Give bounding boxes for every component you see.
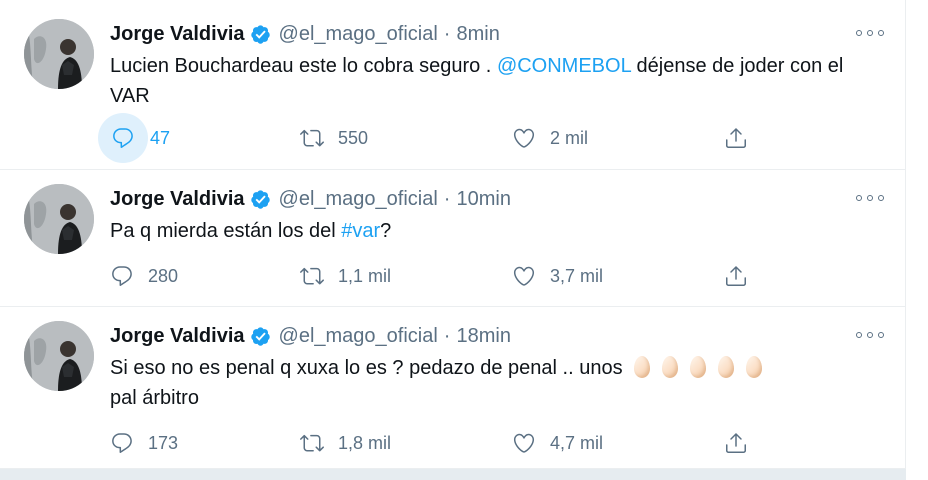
retweet-icon xyxy=(300,129,324,147)
retweet-icon xyxy=(300,434,324,452)
heart-icon xyxy=(513,266,535,286)
reply-count: 173 xyxy=(148,432,179,453)
tweet-header: Jorge Valdivia @el_mago_oficial · 8min xyxy=(110,19,882,49)
reply-button[interactable]: 280 xyxy=(110,256,178,296)
tweet-text-part: Lucien Bouchardeau este lo cobra seguro … xyxy=(110,55,497,77)
tweet-actions: 47 550 2 mil xyxy=(98,113,760,163)
share-button[interactable] xyxy=(724,423,748,463)
tweet[interactable]: Jorge Valdivia @el_mago_oficial · 18min … xyxy=(0,307,906,469)
retweet-icon xyxy=(300,267,324,285)
tweet-text: Lucien Bouchardeau este lo cobra seguro … xyxy=(110,51,882,111)
retweet-button[interactable]: 550 xyxy=(300,118,368,158)
tweet-actions: 280 1,1 mil 3,7 mil xyxy=(110,256,760,296)
tweet-text: Pa q mierda están los del #var? xyxy=(110,216,882,246)
reply-icon xyxy=(113,128,133,148)
like-count: 4,7 mil xyxy=(550,432,604,453)
tweet[interactable]: Jorge Valdivia @el_mago_oficial · 10min … xyxy=(0,170,906,307)
tweet-time[interactable]: 18min xyxy=(456,325,510,348)
retweet-button[interactable]: 1,8 mil xyxy=(300,423,391,463)
mention-link[interactable]: @CONMEBOL xyxy=(497,55,631,77)
reply-icon xyxy=(112,433,132,453)
reply-button[interactable]: 47 xyxy=(98,113,171,163)
separator-dot: · xyxy=(443,22,451,45)
heart-icon xyxy=(513,128,535,148)
egg-emoji xyxy=(746,356,763,378)
more-icon[interactable] xyxy=(856,190,884,206)
tweet-content: Jorge Valdivia @el_mago_oficial · 8min L… xyxy=(110,19,884,111)
reply-count: 280 xyxy=(148,265,179,286)
verified-badge-icon xyxy=(250,326,270,346)
author-name[interactable]: Jorge Valdivia xyxy=(110,325,245,348)
reply-icon xyxy=(112,266,132,286)
egg-emoji xyxy=(634,356,651,378)
share-icon xyxy=(726,266,746,286)
author-handle[interactable]: @el_mago_oficial xyxy=(279,325,438,348)
retweet-count: 550 xyxy=(338,127,369,148)
reply-button[interactable]: 173 xyxy=(110,423,178,463)
tweet-text-part: Si eso no es penal q xuxa lo es ? pedazo… xyxy=(110,357,623,379)
like-count: 3,7 mil xyxy=(550,265,604,286)
tweet-actions: 173 1,8 mil 4,7 mil xyxy=(110,423,760,463)
separator-dot: · xyxy=(443,324,451,347)
egg-emoji xyxy=(690,356,707,378)
feed-footer-strip xyxy=(0,469,906,480)
egg-emoji xyxy=(718,356,735,378)
tweet-header: Jorge Valdivia @el_mago_oficial · 10min xyxy=(110,184,882,214)
tweet-content: Jorge Valdivia @el_mago_oficial · 10min … xyxy=(110,184,884,246)
tweet-time[interactable]: 10min xyxy=(456,188,510,211)
like-button[interactable]: 3,7 mil xyxy=(512,256,603,296)
egg-emoji xyxy=(662,356,679,378)
like-button[interactable]: 4,7 mil xyxy=(512,423,603,463)
like-count: 2 mil xyxy=(550,127,589,148)
retweet-count: 1,1 mil xyxy=(338,265,392,286)
retweet-count: 1,8 mil xyxy=(338,432,392,453)
avatar[interactable] xyxy=(24,184,94,254)
tweet-time[interactable]: 8min xyxy=(456,23,499,46)
share-icon xyxy=(726,128,746,148)
tweet-text-part: pal árbitro xyxy=(110,387,199,409)
tweet-text: Si eso no es penal q xuxa lo es ? pedazo… xyxy=(110,353,882,413)
separator-dot: · xyxy=(443,187,451,210)
verified-badge-icon xyxy=(250,189,270,209)
tweet-content: Jorge Valdivia @el_mago_oficial · 18min … xyxy=(110,321,884,413)
share-button[interactable] xyxy=(724,118,748,158)
like-button[interactable]: 2 mil xyxy=(512,118,588,158)
retweet-button[interactable]: 1,1 mil xyxy=(300,256,391,296)
tweet-header: Jorge Valdivia @el_mago_oficial · 18min xyxy=(110,321,882,351)
tweet-text-part: ? xyxy=(380,220,392,242)
author-name[interactable]: Jorge Valdivia xyxy=(110,23,245,46)
author-handle[interactable]: @el_mago_oficial xyxy=(279,23,438,46)
tweet[interactable]: Jorge Valdivia @el_mago_oficial · 8min L… xyxy=(0,0,906,170)
share-button[interactable] xyxy=(724,256,748,296)
author-handle[interactable]: @el_mago_oficial xyxy=(279,188,438,211)
avatar[interactable] xyxy=(24,321,94,391)
reply-count: 47 xyxy=(150,127,171,148)
avatar[interactable] xyxy=(24,19,94,89)
author-name[interactable]: Jorge Valdivia xyxy=(110,188,245,211)
more-icon[interactable] xyxy=(856,327,884,343)
verified-badge-icon xyxy=(250,24,270,44)
tweet-feed: Jorge Valdivia @el_mago_oficial · 8min L… xyxy=(0,0,906,480)
tweet-text-part: Pa q mierda están los del xyxy=(110,220,342,242)
hashtag-link[interactable]: #var xyxy=(341,220,380,242)
heart-icon xyxy=(513,433,535,453)
share-icon xyxy=(726,433,746,453)
more-icon[interactable] xyxy=(856,25,884,41)
